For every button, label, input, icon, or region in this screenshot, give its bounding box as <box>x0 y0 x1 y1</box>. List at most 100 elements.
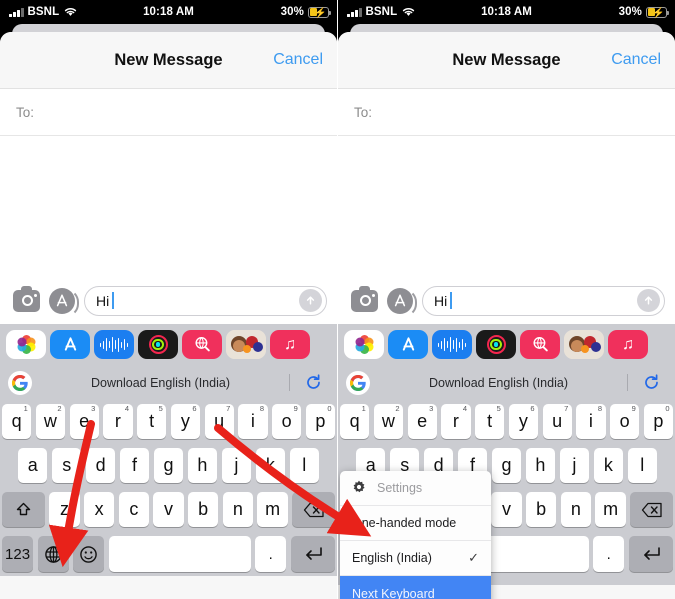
key-label: r <box>114 411 121 431</box>
shift-key[interactable] <box>1 492 45 527</box>
key-k[interactable]: k <box>593 448 624 483</box>
emoji-icon[interactable] <box>73 536 105 572</box>
image-search-app-icon[interactable] <box>520 330 560 359</box>
key-f[interactable]: f <box>119 448 150 483</box>
key-w[interactable]: w2 <box>373 404 403 439</box>
key-o[interactable]: o9 <box>272 404 302 439</box>
recipient-field[interactable]: To: <box>338 89 675 136</box>
key-c[interactable]: c <box>118 492 149 527</box>
menu-item-settings[interactable]: Settings <box>340 471 491 506</box>
key-r[interactable]: r4 <box>103 404 133 439</box>
refresh-icon[interactable] <box>642 373 661 392</box>
period-key[interactable]: . <box>593 536 625 572</box>
app-store-icon[interactable] <box>387 287 417 317</box>
key-j[interactable]: j <box>221 448 252 483</box>
key-x[interactable]: x <box>84 492 115 527</box>
key-k[interactable]: k <box>255 448 286 483</box>
key-i[interactable]: i8 <box>576 404 606 439</box>
keyboard: q1 w2 e3 r4 t5 y6 u7 i8 o9 p0 a s d f g <box>0 400 337 576</box>
key-u[interactable]: u7 <box>204 404 234 439</box>
key-g[interactable]: g <box>491 448 522 483</box>
key-d[interactable]: d <box>85 448 116 483</box>
key-j[interactable]: j <box>559 448 590 483</box>
suggestion-text[interactable]: Download English (India) <box>32 376 289 390</box>
refresh-icon[interactable] <box>304 373 323 392</box>
menu-item-next-keyboard[interactable]: Next Keyboard <box>340 576 491 599</box>
key-l[interactable]: l <box>289 448 319 483</box>
key-number: 2 <box>57 404 62 413</box>
audio-waveform-app-icon[interactable] <box>94 330 134 359</box>
imessage-app-strip: ♫ <box>0 324 337 365</box>
key-s[interactable]: s <box>51 448 82 483</box>
audio-waveform-app-icon[interactable] <box>432 330 472 359</box>
menu-item-one-handed-mode[interactable]: One-handed mode <box>340 506 491 541</box>
key-q[interactable]: q1 <box>2 404 32 439</box>
globe-icon[interactable] <box>37 536 69 572</box>
key-h[interactable]: h <box>187 448 218 483</box>
memoji-app-icon[interactable] <box>564 330 604 359</box>
key-y[interactable]: y6 <box>170 404 200 439</box>
key-m[interactable]: m <box>257 492 288 527</box>
key-e[interactable]: e3 <box>407 404 437 439</box>
gboard-suggestion-bar: Download English (India) <box>0 365 337 400</box>
backspace-key[interactable] <box>630 492 674 527</box>
key-p[interactable]: p0 <box>305 404 335 439</box>
music-app-icon[interactable]: ♫ <box>270 330 310 359</box>
key-u[interactable]: u7 <box>542 404 572 439</box>
send-button[interactable] <box>637 289 660 312</box>
message-input[interactable]: Hi <box>84 285 327 316</box>
key-r[interactable]: r4 <box>441 404 471 439</box>
key-q[interactable]: q1 <box>340 404 370 439</box>
activity-rings-app-icon[interactable] <box>138 330 178 359</box>
period-key[interactable]: . <box>255 536 287 572</box>
key-v[interactable]: v <box>491 492 522 527</box>
key-h[interactable]: h <box>525 448 556 483</box>
key-b[interactable]: b <box>526 492 557 527</box>
photos-app-icon[interactable] <box>6 330 46 359</box>
key-e[interactable]: e3 <box>69 404 99 439</box>
space-key[interactable] <box>108 536 251 572</box>
music-app-icon[interactable]: ♫ <box>608 330 648 359</box>
app-store-app-icon[interactable] <box>50 330 90 359</box>
key-m[interactable]: m <box>595 492 626 527</box>
camera-icon[interactable] <box>13 285 40 312</box>
key-a[interactable]: a <box>18 448 48 483</box>
activity-rings-app-icon[interactable] <box>476 330 516 359</box>
return-key[interactable] <box>290 536 335 572</box>
google-g-icon[interactable] <box>8 370 32 395</box>
camera-icon[interactable] <box>351 285 378 312</box>
key-t[interactable]: t5 <box>475 404 505 439</box>
cancel-button[interactable]: Cancel <box>611 51 661 69</box>
numeric-key[interactable]: 123 <box>2 536 34 572</box>
backspace-key[interactable] <box>292 492 336 527</box>
key-t[interactable]: t5 <box>137 404 167 439</box>
send-button[interactable] <box>299 289 322 312</box>
key-p[interactable]: p0 <box>643 404 673 439</box>
message-thread-area <box>0 136 337 277</box>
recipient-field[interactable]: To: <box>0 89 337 136</box>
app-store-icon[interactable] <box>49 287 79 317</box>
suggestion-text[interactable]: Download English (India) <box>370 376 627 390</box>
google-g-icon[interactable] <box>346 370 370 395</box>
key-v[interactable]: v <box>153 492 184 527</box>
key-n[interactable]: n <box>560 492 591 527</box>
image-search-app-icon[interactable] <box>182 330 222 359</box>
keyboard-row-4: 123 . <box>2 536 335 572</box>
app-store-app-icon[interactable] <box>388 330 428 359</box>
return-key[interactable] <box>628 536 673 572</box>
key-i[interactable]: i8 <box>238 404 268 439</box>
key-l[interactable]: l <box>627 448 657 483</box>
key-b[interactable]: b <box>188 492 219 527</box>
key-n[interactable]: n <box>222 492 253 527</box>
key-label: r <box>452 411 459 431</box>
key-o[interactable]: o9 <box>610 404 640 439</box>
key-g[interactable]: g <box>153 448 184 483</box>
message-input[interactable]: Hi <box>422 285 665 316</box>
cancel-button[interactable]: Cancel <box>273 51 323 69</box>
key-y[interactable]: y6 <box>508 404 538 439</box>
menu-item-english-india[interactable]: English (India) ✓ <box>340 541 491 576</box>
key-z[interactable]: z <box>49 492 80 527</box>
photos-app-icon[interactable] <box>344 330 384 359</box>
memoji-app-icon[interactable] <box>226 330 266 359</box>
key-w[interactable]: w2 <box>35 404 65 439</box>
